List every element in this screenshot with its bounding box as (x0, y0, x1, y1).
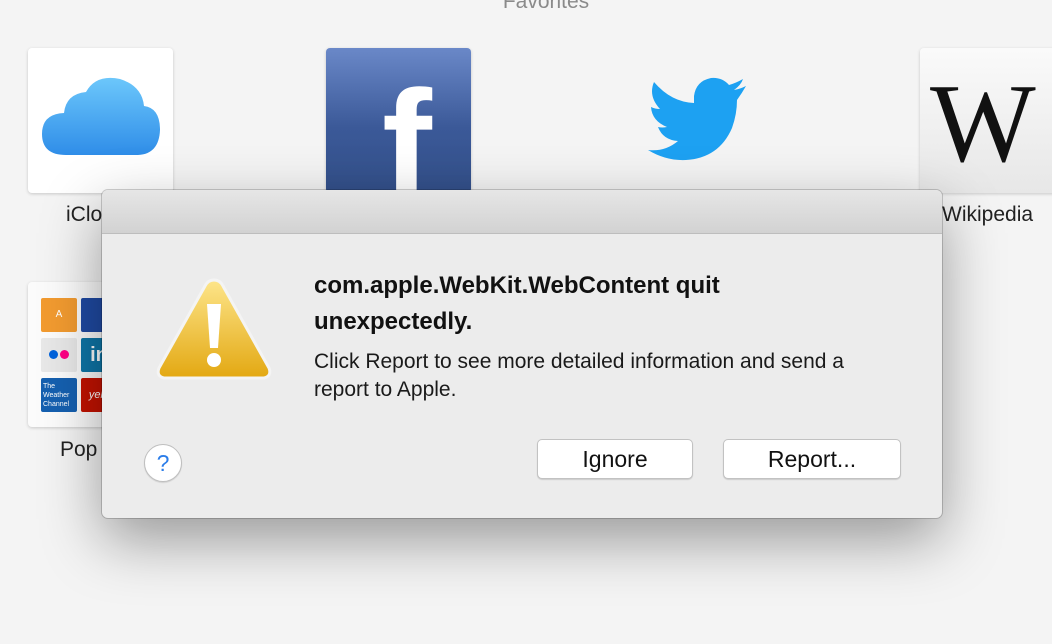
popular-mini-a: A (41, 298, 77, 332)
popular-mini-flickr (41, 338, 77, 372)
help-button[interactable]: ? (144, 444, 182, 482)
crash-dialog: com.apple.WebKit.WebContent quit unexpec… (102, 190, 942, 518)
dialog-message: Click Report to see more detailed inform… (314, 350, 844, 401)
warning-icon (156, 278, 272, 380)
favorite-tile-twitter[interactable] (624, 48, 769, 193)
dialog-title: com.apple.WebKit.WebContent quit unexpec… (314, 272, 720, 335)
popular-mini-weather: The Weather Channel (41, 378, 77, 412)
facebook-icon: f (382, 59, 432, 193)
icloud-icon (42, 77, 160, 155)
favorite-tile-wikipedia[interactable]: W (920, 48, 1052, 193)
favorite-tile-facebook[interactable]: f (326, 48, 471, 193)
favorite-tile-icloud[interactable] (28, 48, 173, 193)
wikipedia-icon: W (930, 62, 1036, 186)
twitter-icon (648, 77, 746, 161)
tile-label-wikipedia: Wikipedia (942, 203, 1034, 226)
tile-label-popular: Pop (60, 438, 98, 461)
report-button[interactable]: Report... (723, 439, 901, 479)
dialog-titlebar[interactable] (102, 190, 942, 234)
tile-label-icloud: iClo (66, 203, 103, 226)
ignore-button[interactable]: Ignore (537, 439, 693, 479)
favorites-heading: Favorites (502, 0, 590, 13)
